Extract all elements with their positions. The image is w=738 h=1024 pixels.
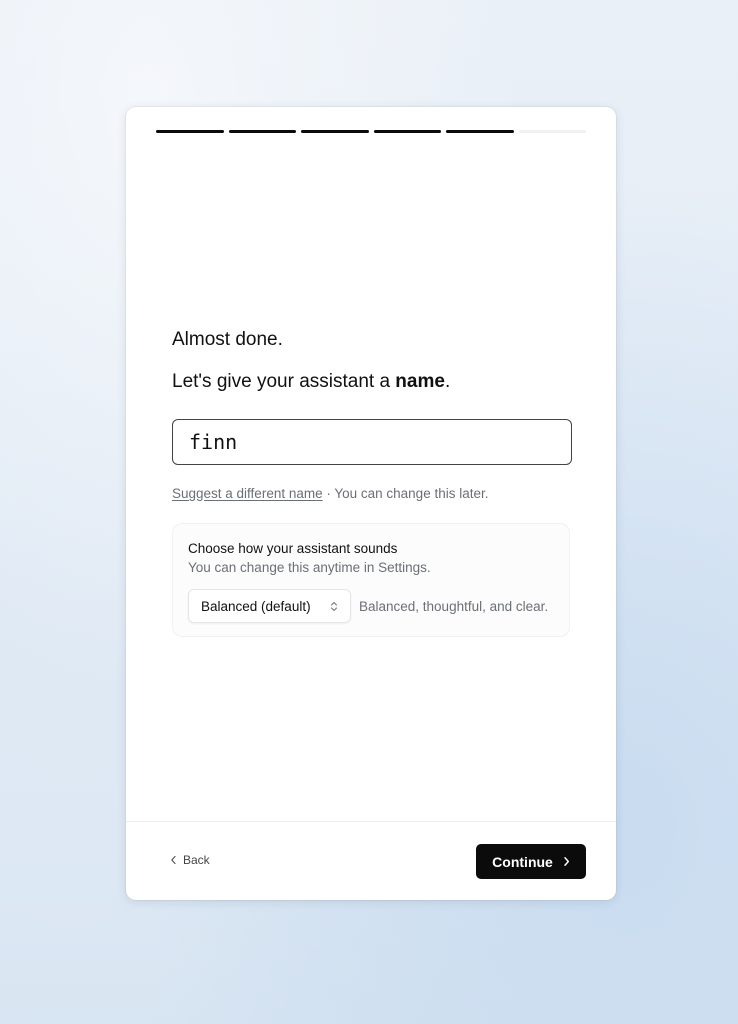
back-label: Back — [183, 853, 210, 867]
chevron-up-down-icon — [330, 601, 338, 612]
voice-description: Balanced, thoughtful, and clear. — [359, 598, 549, 614]
progress-step-3 — [301, 130, 369, 133]
voice-subtitle: You can change this anytime in Settings. — [188, 560, 431, 575]
page-title: Almost done. — [172, 329, 283, 350]
assistant-name-input[interactable] — [189, 430, 555, 454]
name-prompt-bold: name — [395, 371, 445, 392]
voice-select-value: Balanced (default) — [201, 598, 311, 614]
continue-button[interactable]: Continue — [476, 844, 586, 879]
progress-step-6 — [518, 130, 586, 133]
footer: Back Continue — [126, 821, 616, 900]
continue-label: Continue — [492, 853, 553, 870]
voice-row: Balanced (default) Balanced, thoughtful,… — [188, 589, 554, 623]
progress-step-1 — [156, 130, 224, 133]
change-later-text: · You can change this later. — [322, 486, 489, 501]
back-button[interactable]: Back — [170, 853, 210, 867]
name-field[interactable] — [172, 419, 572, 465]
chevron-right-icon — [563, 856, 570, 867]
name-prompt: Let's give your assistant a name. — [172, 369, 572, 395]
progress-step-2 — [228, 130, 296, 133]
chevron-left-icon — [170, 855, 177, 865]
name-prompt-prefix: Let's give your assistant a — [172, 371, 396, 392]
progress-bar — [156, 130, 586, 133]
name-prompt-suffix: . — [444, 371, 451, 392]
main-content: Almost done. Let's give your assistant a… — [172, 327, 572, 637]
onboarding-card: Almost done. Let's give your assistant a… — [126, 107, 616, 900]
suggest-name-link[interactable]: Suggest a different name — [172, 486, 323, 501]
voice-select[interactable]: Balanced (default) — [188, 589, 351, 623]
voice-title: Choose how your assistant sounds — [188, 541, 398, 556]
progress-step-5 — [446, 130, 514, 133]
voice-settings-panel: Choose how your assistant sounds You can… — [172, 523, 570, 637]
progress-step-4 — [373, 130, 441, 133]
name-hint: Suggest a different name · You can chang… — [172, 485, 572, 503]
